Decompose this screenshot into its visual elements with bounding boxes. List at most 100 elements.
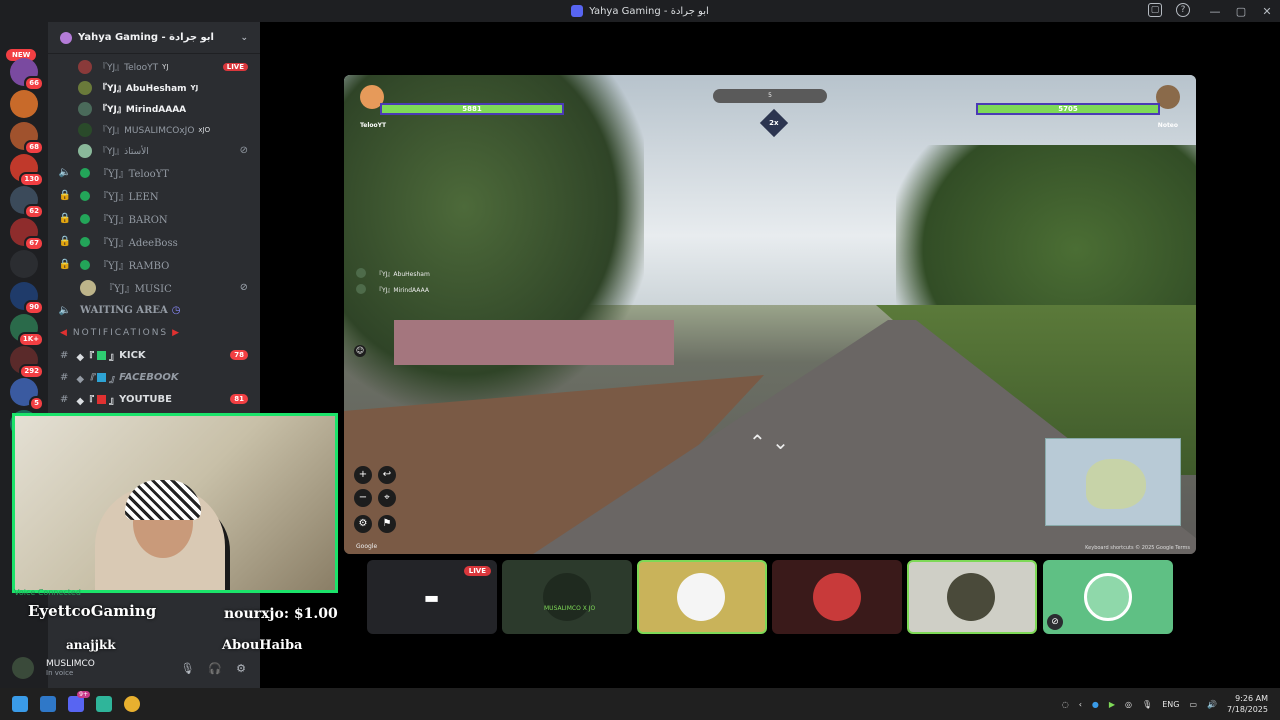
server-icon[interactable]: 66 bbox=[10, 58, 44, 91]
time: 9:26 AM bbox=[1235, 694, 1268, 703]
steam-icon[interactable]: ◎ bbox=[1125, 700, 1132, 709]
chat-line: 『YJ』AbuHesham bbox=[356, 265, 430, 281]
zoom-out-button[interactable]: − bbox=[354, 489, 372, 507]
stream-off-icon: ⊘ bbox=[239, 145, 248, 156]
app-icon[interactable] bbox=[96, 696, 112, 712]
title-bar: Yahya Gaming - ابو جرادة ▢ ? — ▢ ✕ bbox=[0, 0, 1280, 22]
streamer-headscarf bbox=[125, 480, 201, 520]
zoom-in-button[interactable]: + bbox=[354, 466, 372, 484]
live-badge: LIVE bbox=[463, 566, 491, 576]
emoji-icon[interactable]: ☺ bbox=[354, 345, 366, 357]
voice-user[interactable]: 『YJ』MUSALIMCOxJO xJO bbox=[48, 119, 260, 140]
gear-icon[interactable]: ⚙ bbox=[236, 662, 246, 675]
donation-amount: nourxjo: $1.00 bbox=[224, 606, 338, 622]
server-icon[interactable]: 5 bbox=[10, 378, 44, 411]
chrome-icon[interactable] bbox=[124, 696, 140, 712]
voice-channel[interactable]: 🔒 『YJ』BARON bbox=[48, 207, 260, 230]
channel-name: KICK bbox=[119, 349, 146, 361]
voice-channel[interactable]: 🔈 WAITING AREA ◷ bbox=[48, 299, 260, 322]
stream-tile[interactable] bbox=[637, 560, 767, 634]
windows-start-icon[interactable] bbox=[12, 696, 28, 712]
stream-view[interactable]: TelooYT 5881 Noteo 5705 5 2x 『YJ』AbuHesh… bbox=[344, 75, 1196, 554]
server-icon[interactable]: 67 bbox=[10, 218, 44, 251]
channel-name: 『YJ』MUSIC bbox=[104, 284, 172, 295]
task-view-icon[interactable] bbox=[40, 696, 56, 712]
category-name: NOTIFICATIONS bbox=[72, 328, 169, 338]
avatar bbox=[80, 279, 96, 296]
lock-icon: 🔒 bbox=[58, 259, 72, 270]
microphone-icon[interactable]: 🎙 bbox=[1142, 700, 1152, 709]
language-indicator[interactable]: ENG bbox=[1162, 700, 1179, 709]
close-button[interactable]: ✕ bbox=[1254, 5, 1280, 18]
voice-channel[interactable]: 🔒 『YJ』AdeeBoss bbox=[48, 230, 260, 253]
settings-icon[interactable]: ⚙ bbox=[354, 515, 372, 533]
tray-app-icon[interactable]: ● bbox=[1092, 700, 1099, 709]
headphones-icon[interactable]: 🎧 bbox=[208, 662, 222, 675]
chevron-down-icon[interactable]: ⌄ bbox=[240, 33, 248, 43]
voice-channel[interactable]: 🔒 『YJ』RAMBO bbox=[48, 253, 260, 276]
voice-user-name: 『YJ』MirindAAAA bbox=[98, 105, 187, 115]
player-right-health-bar: 5705 bbox=[976, 103, 1160, 115]
voice-user-name: 『YJ』AbuHesham bbox=[98, 84, 187, 94]
play-icon[interactable]: ▶ bbox=[1109, 700, 1115, 709]
server-icon[interactable]: 130 bbox=[10, 154, 44, 187]
text-channel[interactable]: # ◆『』 KICK 78 bbox=[48, 344, 260, 366]
tray-app-icon[interactable]: ◌ bbox=[1062, 700, 1069, 709]
help-icon[interactable]: ? bbox=[1176, 3, 1190, 17]
server-icon[interactable]: 292 bbox=[10, 346, 44, 379]
voice-user[interactable]: 『YJ』الأستاذ ⊘ bbox=[48, 140, 260, 161]
minimap[interactable] bbox=[1045, 438, 1181, 526]
color-square bbox=[97, 350, 107, 360]
channel-name: 『YJ』RAMBO bbox=[98, 261, 170, 272]
voice-user[interactable]: 『YJ』AbuHesham YJ bbox=[48, 77, 260, 98]
server-icon[interactable]: 68 bbox=[10, 122, 44, 155]
round-bar: 5 bbox=[713, 89, 827, 103]
maximize-button[interactable]: ▢ bbox=[1228, 5, 1254, 18]
text-channel[interactable]: # ◆『』 YOUTUBE 81 bbox=[48, 388, 260, 410]
server-icon[interactable] bbox=[10, 90, 38, 118]
server-icon[interactable] bbox=[10, 250, 38, 278]
microphone-icon[interactable]: 🎙 bbox=[180, 662, 194, 675]
undo-icon[interactable]: ↩ bbox=[378, 466, 396, 484]
category-header[interactable]: ◀ NOTIFICATIONS ▶ bbox=[48, 322, 260, 344]
minimize-button[interactable]: — bbox=[1202, 5, 1228, 18]
server-icon[interactable]: 90 bbox=[10, 282, 44, 315]
voice-user-name: 『YJ』MUSALIMCOxJO bbox=[98, 126, 195, 136]
volume-icon[interactable]: 🔊 bbox=[1207, 700, 1217, 709]
channel-name: 『YJ』LEEN bbox=[98, 192, 159, 203]
mention-count: 81 bbox=[230, 394, 248, 404]
pin-icon[interactable]: ⌖ bbox=[378, 489, 396, 507]
text-channel[interactable]: # ◆『』 FACEBOOK bbox=[48, 366, 260, 388]
user-panel: MUSLIMCO In voice 🎙 🎧 ⚙ bbox=[6, 650, 256, 686]
stream-tile[interactable]: MUSALIMCO X JO bbox=[502, 560, 632, 634]
voice-user[interactable]: 『YJ』MirindAAAA bbox=[48, 98, 260, 119]
avatar bbox=[78, 122, 92, 137]
voice-user[interactable]: 『YJ』TelooYT YJ LIVE bbox=[48, 56, 260, 77]
tile-caption: MUSALIMCO X JO bbox=[544, 605, 596, 612]
status-dot bbox=[80, 167, 90, 178]
stream-tile[interactable] bbox=[907, 560, 1037, 634]
stream-tile[interactable]: LIVE ▬ bbox=[367, 560, 497, 634]
date: 7/18/2025 bbox=[1226, 705, 1268, 714]
move-arrows[interactable]: ⌃ ⌄ bbox=[749, 430, 789, 454]
map-copyright: Keyboard shortcuts © 2025 Google Terms bbox=[1085, 545, 1190, 551]
server-icon[interactable]: 1K+ bbox=[10, 314, 44, 347]
clock[interactable]: 9:26 AM 7/18/2025 bbox=[1227, 693, 1268, 715]
inbox-icon[interactable]: ▢ bbox=[1148, 3, 1162, 17]
discord-taskbar-icon[interactable]: 9+ bbox=[68, 691, 90, 712]
server-icon[interactable]: 62 bbox=[10, 186, 44, 219]
window-title: Yahya Gaming - ابو جرادة bbox=[589, 5, 709, 17]
status-dot bbox=[80, 259, 90, 270]
stream-tile[interactable] bbox=[772, 560, 902, 634]
voice-channel[interactable]: 『YJ』MUSIC ⊘ bbox=[48, 276, 260, 299]
stream-tile[interactable]: ⊘ bbox=[1043, 560, 1173, 634]
avatar bbox=[78, 101, 92, 116]
avatar bbox=[78, 143, 92, 158]
voice-channel[interactable]: 🔈 『YJ』TelooYT bbox=[48, 161, 260, 184]
voice-channel[interactable]: 🔒 『YJ』LEEN bbox=[48, 184, 260, 207]
display-icon[interactable]: ▭ bbox=[1189, 700, 1197, 709]
guild-header[interactable]: Yahya Gaming - ابو جرادة ⌄ bbox=[48, 22, 260, 54]
chevron-up-icon[interactable]: ‹ bbox=[1079, 700, 1082, 709]
flag-icon[interactable]: ⚑ bbox=[378, 515, 396, 533]
avatar[interactable] bbox=[12, 657, 34, 679]
